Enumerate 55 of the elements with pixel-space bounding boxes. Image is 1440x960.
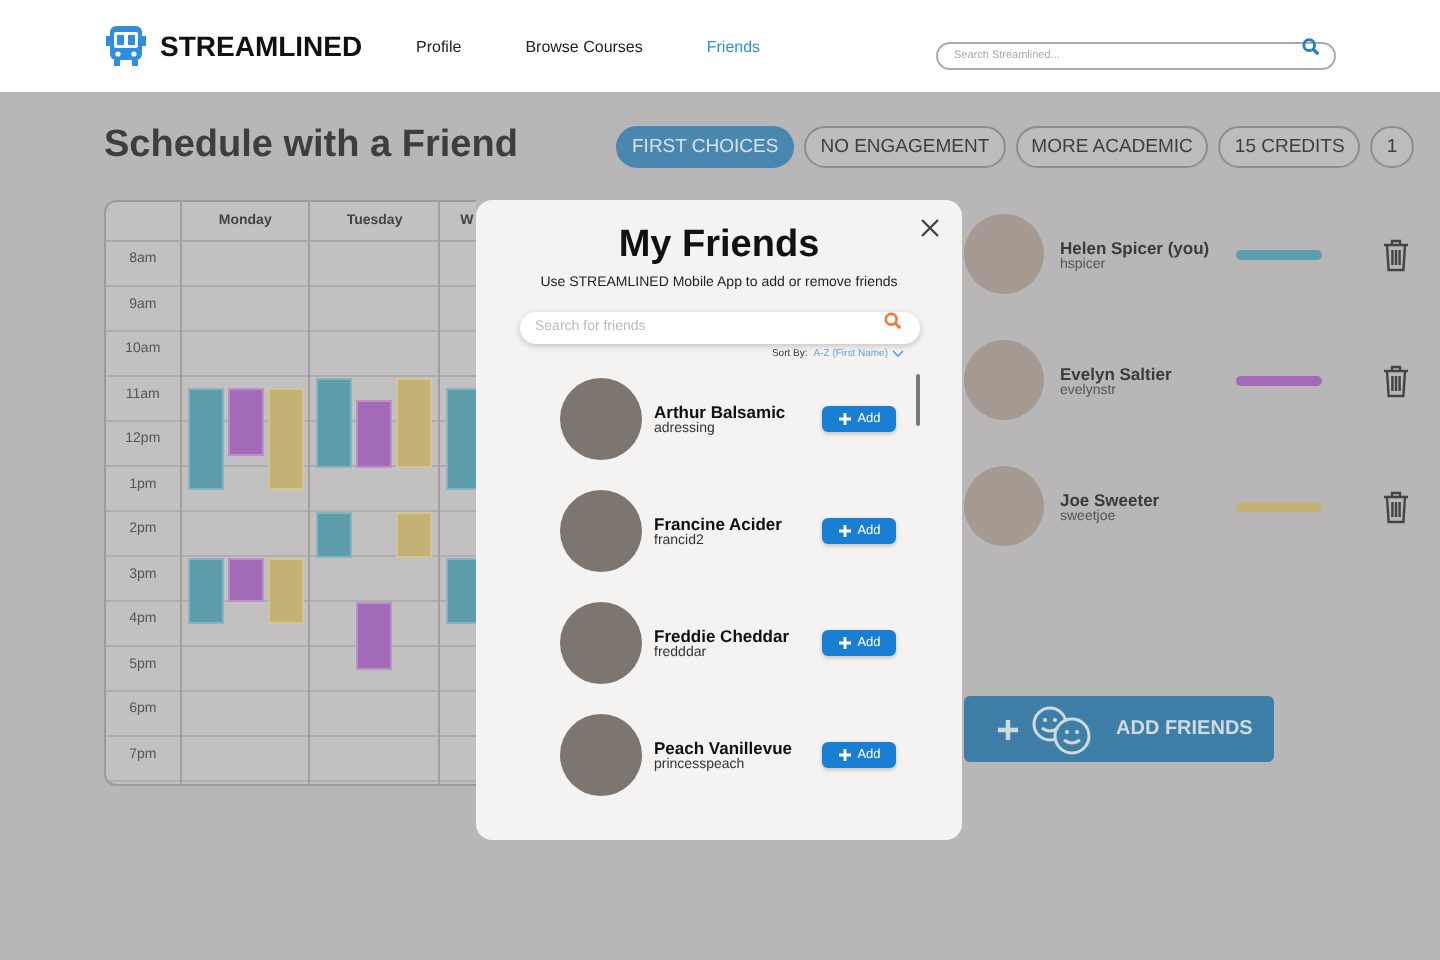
- plus-icon: [837, 524, 852, 538]
- close-icon[interactable]: [920, 218, 940, 238]
- class-block[interactable]: [187, 557, 224, 625]
- search-icon[interactable]: [1302, 37, 1320, 55]
- filter-chip[interactable]: 1: [1370, 125, 1414, 167]
- filter-chip[interactable]: NO ENGAGEMENT: [804, 125, 1006, 167]
- class-block[interactable]: [187, 388, 224, 490]
- class-block[interactable]: [267, 388, 304, 490]
- class-block[interactable]: [446, 557, 476, 625]
- search-icon[interactable]: [883, 311, 901, 329]
- filter-chip[interactable]: FIRST CHOICES: [616, 125, 795, 167]
- nav-link[interactable]: Profile: [416, 37, 462, 55]
- person-name: Freddie Cheddar: [654, 626, 792, 646]
- dialog-title: My Friends: [618, 224, 820, 268]
- class-block[interactable]: [356, 399, 393, 467]
- class-block[interactable]: [227, 388, 264, 456]
- friend-name: Evelyn Saltier: [1060, 363, 1174, 383]
- avatar: [560, 490, 642, 572]
- scrollbar[interactable]: [916, 374, 920, 426]
- class-block[interactable]: [396, 512, 433, 557]
- trash-icon[interactable]: [1382, 363, 1410, 397]
- brand-name: STREAMLINED: [160, 30, 363, 62]
- add-friends-button[interactable]: ADD FRIENDS: [964, 696, 1274, 762]
- plus-icon: [837, 748, 852, 762]
- class-block[interactable]: [396, 377, 433, 467]
- class-block[interactable]: [316, 377, 353, 467]
- nav-link[interactable]: Friends: [706, 37, 761, 55]
- nav-link[interactable]: Browse Courses: [525, 37, 643, 55]
- avatar: [964, 214, 1044, 294]
- class-block[interactable]: [227, 557, 264, 602]
- person-name: Arthur Balsamic: [654, 402, 788, 422]
- avatar: [560, 714, 642, 796]
- filter-chip[interactable]: MORE ACADEMIC: [1015, 125, 1209, 167]
- person-name: Peach Vanillevue: [654, 738, 794, 758]
- friend-name: Joe Sweeter: [1060, 489, 1162, 509]
- class-block[interactable]: [316, 512, 353, 557]
- filter-chip[interactable]: 15 CREDITS: [1218, 125, 1361, 167]
- chevron-down-icon: [892, 350, 904, 358]
- class-block[interactable]: [356, 602, 393, 670]
- plus-icon: [996, 717, 1020, 741]
- smiley-faces-icon: [1030, 703, 1094, 755]
- bus-logo-icon: [104, 24, 148, 68]
- trash-icon[interactable]: [1382, 489, 1410, 523]
- class-block[interactable]: [267, 557, 304, 625]
- avatar: [964, 340, 1044, 420]
- class-block[interactable]: [446, 388, 476, 490]
- avatar: [560, 602, 642, 684]
- avatar: [560, 378, 642, 460]
- plus-icon: [837, 636, 852, 650]
- plus-icon: [837, 412, 852, 426]
- trash-icon[interactable]: [1382, 237, 1410, 271]
- page-title: Schedule with a Friend: [104, 124, 520, 168]
- person-name: Francine Acider: [654, 514, 784, 534]
- friend-name: Helen Spicer (you): [1060, 237, 1212, 257]
- avatar: [964, 466, 1044, 546]
